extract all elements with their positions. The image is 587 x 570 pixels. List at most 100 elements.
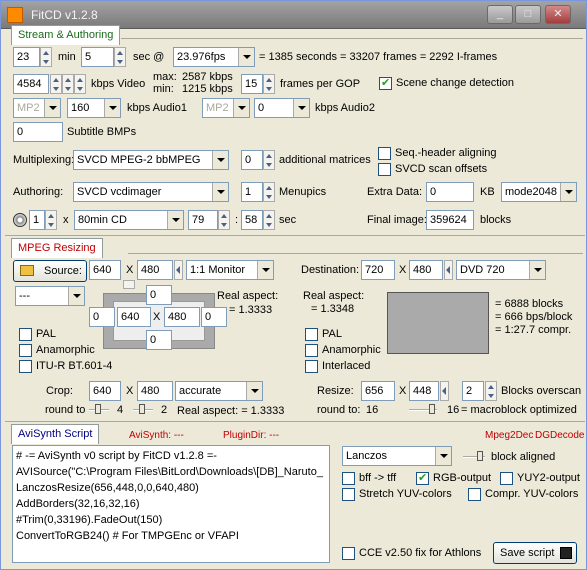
- stretch-yuv-checkbox[interactable]: [342, 488, 355, 501]
- itu-checkbox[interactable]: [19, 360, 32, 373]
- subtitle-count-input[interactable]: 0: [13, 122, 63, 142]
- cd-minutes-input[interactable]: 79: [188, 210, 218, 230]
- bff-checkbox[interactable]: [342, 472, 355, 485]
- dest-pal-checkbox[interactable]: [305, 328, 318, 341]
- destination-preview: [387, 292, 489, 354]
- additional-matrices-input[interactable]: 0: [241, 150, 263, 170]
- crop-width-input[interactable]: 640: [89, 381, 121, 401]
- dgdecode-link[interactable]: DGDecode: [535, 429, 584, 443]
- destination-height-spinner[interactable]: [444, 260, 453, 280]
- box-width-input[interactable]: 640: [117, 307, 151, 327]
- overscan-spinner[interactable]: [485, 381, 497, 401]
- minutes-input[interactable]: 23: [13, 47, 40, 67]
- fps-dropdown[interactable]: 23.976fps: [173, 47, 255, 67]
- gop-input[interactable]: 15: [241, 74, 263, 94]
- tab-mpeg-resizing[interactable]: MPEG Resizing: [11, 238, 103, 258]
- pal-label: PAL: [36, 328, 56, 340]
- chevron-down-icon: [560, 183, 576, 201]
- chevron-down-icon: [212, 151, 228, 169]
- chevron-down-icon[interactable]: [123, 280, 135, 289]
- border-right-input[interactable]: 0: [201, 307, 227, 327]
- script-line: AVISource("C:\Program Files\BitLord\Down…: [16, 466, 323, 478]
- cd-count-input[interactable]: 1: [29, 210, 45, 230]
- multiplexing-value: SVCD MPEG-2 bbMPEG: [77, 154, 201, 166]
- seconds-spinner[interactable]: [114, 47, 126, 67]
- mpeg2dec-link[interactable]: Mpeg2Dec: [485, 429, 533, 443]
- source-height-input[interactable]: 480: [137, 260, 173, 280]
- tab-stream-authoring[interactable]: Stream & Authoring: [11, 25, 121, 45]
- authoring-dropdown[interactable]: SVCD vcdimager: [73, 182, 229, 202]
- real-aspect-label: Real aspect:: [217, 290, 279, 302]
- chevron-down-icon: [167, 211, 183, 229]
- scene-change-checkbox[interactable]: [379, 76, 392, 90]
- gop-spinner[interactable]: [263, 74, 275, 94]
- compr-yuv-checkbox[interactable]: [468, 488, 481, 501]
- cd-type-dropdown[interactable]: 80min CD: [74, 210, 184, 230]
- anamorphic-checkbox[interactable]: [19, 344, 32, 357]
- audio2-bitrate-dropdown[interactable]: 0: [254, 98, 310, 118]
- border-bottom-input[interactable]: 0: [146, 330, 172, 350]
- scene-change-label: Scene change detection: [396, 77, 515, 89]
- cd-minutes-spinner[interactable]: [218, 210, 230, 230]
- tab-avisynth-script[interactable]: AviSynth Script: [11, 424, 100, 444]
- seconds-input[interactable]: 5: [81, 47, 114, 67]
- resizer-dropdown[interactable]: Lanczos: [342, 446, 452, 466]
- source-height-spinner[interactable]: [174, 260, 183, 280]
- close-button[interactable]: ✕: [545, 5, 571, 24]
- audio1-bitrate-dropdown[interactable]: 160: [67, 98, 121, 118]
- pal-checkbox[interactable]: [19, 328, 32, 341]
- resize-height-spinner[interactable]: [440, 381, 449, 401]
- overscan-input[interactable]: 2: [462, 381, 484, 401]
- border-top-input[interactable]: 0: [146, 285, 172, 305]
- menupics-spinner[interactable]: [263, 182, 275, 202]
- round-slider-2-thumb[interactable]: [139, 404, 145, 414]
- x-label: X: [126, 385, 134, 397]
- cd-count-spinner[interactable]: [45, 210, 57, 230]
- fps-value: 23.976fps: [177, 51, 226, 63]
- minimize-button[interactable]: _: [487, 5, 513, 24]
- bitrate-spinner-1[interactable]: [50, 74, 62, 94]
- menupics-input[interactable]: 1: [241, 182, 263, 202]
- video-bitrate-input[interactable]: 4584: [13, 74, 49, 94]
- source-width-input[interactable]: 640: [89, 260, 121, 280]
- extra-data-input[interactable]: 0: [426, 182, 474, 202]
- preset-dropdown[interactable]: ---: [15, 286, 85, 306]
- crop-height-input[interactable]: 480: [137, 381, 173, 401]
- destination-type-dropdown[interactable]: DVD 720: [456, 260, 546, 280]
- rgb-output-checkbox[interactable]: [416, 471, 429, 485]
- bitrate-spinner-3[interactable]: [74, 74, 86, 94]
- interlaced-checkbox[interactable]: [305, 360, 318, 373]
- border-left-input[interactable]: 0: [89, 307, 115, 327]
- audio2-codec-dropdown[interactable]: MP2: [202, 98, 250, 118]
- block-aligned-slider-thumb[interactable]: [477, 451, 483, 461]
- interlaced-label: Interlaced: [322, 360, 371, 372]
- destination-height-input[interactable]: 480: [409, 260, 443, 280]
- resize-width-input[interactable]: 656: [361, 381, 395, 401]
- macroblock-label: = macroblock optimized: [461, 404, 577, 416]
- mode-dropdown[interactable]: mode2048: [501, 182, 577, 202]
- dest-anamorphic-checkbox[interactable]: [305, 344, 318, 357]
- destination-width-input[interactable]: 720: [361, 260, 395, 280]
- script-editor[interactable]: # -= AviSynth v0 script by FitCD v1.2.8 …: [12, 445, 330, 563]
- audio1-codec-dropdown[interactable]: MP2: [13, 98, 61, 118]
- yuy2-output-checkbox[interactable]: [500, 472, 513, 485]
- save-script-button[interactable]: Save script: [493, 542, 577, 564]
- cd-seconds-input[interactable]: 58: [241, 210, 263, 230]
- box-height-input[interactable]: 480: [164, 307, 200, 327]
- cce-fix-checkbox[interactable]: [342, 547, 355, 560]
- cd-seconds-spinner[interactable]: [263, 210, 275, 230]
- source-button[interactable]: Source:: [13, 260, 87, 282]
- maximize-button[interactable]: □: [515, 5, 541, 24]
- compr-yuv-label: Compr. YUV-colors: [485, 488, 579, 500]
- svcd-scan-checkbox[interactable]: [378, 163, 391, 176]
- monitor-dropdown[interactable]: 1:1 Monitor: [186, 260, 274, 280]
- minutes-spinner[interactable]: [40, 47, 52, 67]
- seq-header-checkbox[interactable]: [378, 147, 391, 160]
- accuracy-dropdown[interactable]: accurate: [175, 381, 263, 401]
- multiplexing-dropdown[interactable]: SVCD MPEG-2 bbMPEG: [73, 150, 229, 170]
- resize-height-input[interactable]: 448: [409, 381, 439, 401]
- matrices-spinner[interactable]: [263, 150, 275, 170]
- bitrate-spinner-2[interactable]: [62, 74, 74, 94]
- round-slider-1-thumb[interactable]: [95, 404, 101, 414]
- macroblock-slider-thumb[interactable]: [429, 404, 435, 414]
